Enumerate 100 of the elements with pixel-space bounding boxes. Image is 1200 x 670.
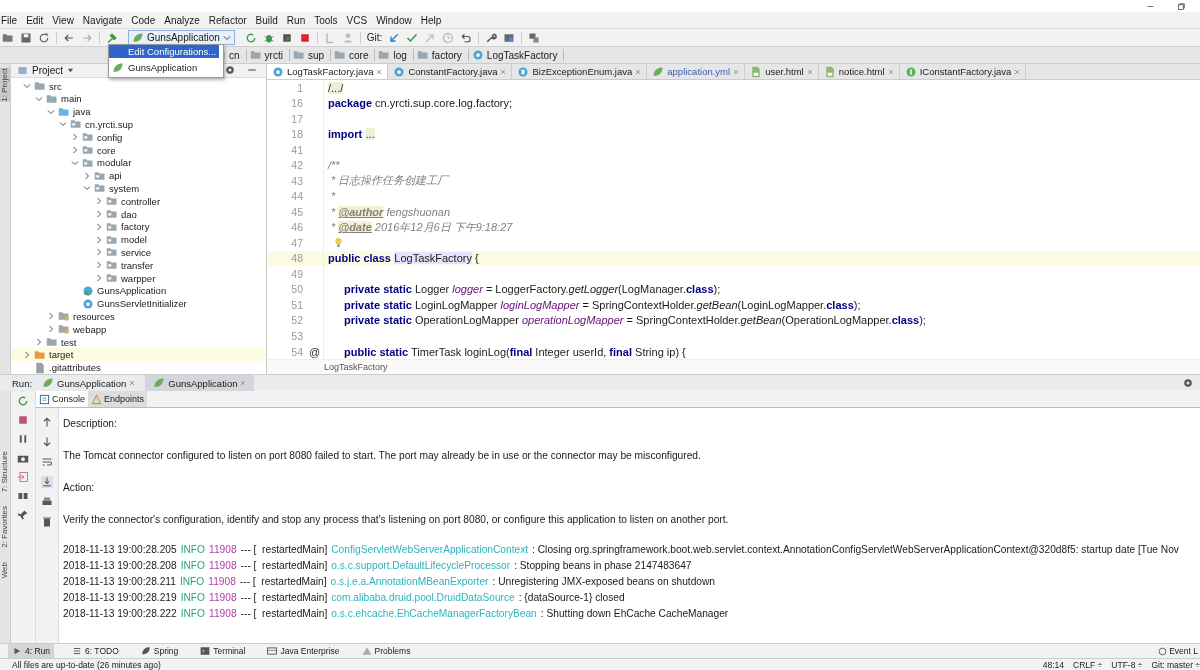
- editor-tab[interactable]: BizExceptionEnum.java: [512, 64, 648, 79]
- chevron-right-icon[interactable]: [71, 133, 79, 142]
- soft-wrap-icon[interactable]: [41, 456, 53, 468]
- chevron-right-icon[interactable]: [47, 325, 55, 334]
- check-icon[interactable]: [406, 31, 419, 44]
- structure-icon[interactable]: [323, 31, 336, 44]
- pin-icon[interactable]: [17, 509, 29, 521]
- print-icon[interactable]: [41, 496, 53, 508]
- login-icon[interactable]: [17, 471, 29, 483]
- trash-icon[interactable]: [41, 516, 53, 528]
- undo-icon[interactable]: [460, 31, 473, 44]
- close-icon[interactable]: [635, 68, 642, 75]
- console-tab[interactable]: Endpoints: [88, 391, 148, 407]
- git-branch[interactable]: Git: master ÷: [1151, 659, 1200, 670]
- hammer-icon[interactable]: [106, 31, 118, 44]
- breadcrumb-item[interactable]: core: [334, 49, 376, 61]
- restore-icon[interactable]: [1177, 1, 1186, 11]
- chevron-right-icon[interactable]: [35, 338, 43, 346]
- tree-item[interactable]: system: [109, 182, 140, 194]
- chevron-right-icon[interactable]: [95, 261, 103, 270]
- editor-tab[interactable]: ConstantFactory.java: [388, 64, 513, 79]
- tool-window-tab[interactable]: 2: Favorites: [0, 506, 10, 549]
- stop-icon[interactable]: [17, 414, 29, 426]
- tool-window-tab[interactable]: 7: Structure: [0, 451, 10, 493]
- caret-icon[interactable]: [67, 66, 75, 74]
- tree-item[interactable]: cn.yrcti.sup: [85, 118, 134, 130]
- dropdown-item[interactable]: GunsApplication: [109, 61, 220, 74]
- tree-item[interactable]: factory: [121, 221, 150, 233]
- arrow-down-icon[interactable]: [41, 436, 53, 448]
- line-separator[interactable]: CRLF ÷: [1073, 659, 1103, 670]
- scroll-to-end-icon[interactable]: [41, 476, 53, 488]
- pause-icon[interactable]: [17, 433, 29, 445]
- menu-item[interactable]: View: [51, 14, 75, 26]
- chevron-down-icon[interactable]: [59, 120, 67, 129]
- close-icon[interactable]: [733, 68, 740, 75]
- tool-window-tab[interactable]: Java Enterprise: [263, 644, 344, 658]
- tree-item[interactable]: model: [121, 234, 147, 246]
- editor-tab[interactable]: user.html: [745, 64, 819, 79]
- tree-item[interactable]: GunsServletInitializer: [97, 298, 187, 310]
- menu-item[interactable]: Tools: [313, 14, 339, 26]
- editor-tab[interactable]: notice.html: [818, 64, 900, 79]
- tool-window-tab[interactable]: 1: Project: [0, 68, 10, 102]
- chevron-right-icon[interactable]: [71, 146, 79, 155]
- tool-window-tab[interactable]: 4: Run: [8, 644, 55, 658]
- run-tab[interactable]: GunsApplication: [145, 375, 255, 391]
- tree-item[interactable]: core: [97, 144, 116, 156]
- editor-tab[interactable]: application.yml: [647, 64, 746, 79]
- editor-breadcrumb[interactable]: LogTaskFactory: [267, 359, 1200, 374]
- caret-position[interactable]: 48:14: [1042, 659, 1065, 670]
- arrow-down-left-icon[interactable]: [388, 31, 401, 44]
- menu-item[interactable]: Refactor: [207, 14, 248, 26]
- close-icon[interactable]: [1014, 68, 1021, 75]
- close-icon[interactable]: [376, 68, 383, 75]
- tree-item[interactable]: config: [97, 131, 123, 143]
- tree-item[interactable]: modular: [97, 157, 132, 169]
- chevron-right-icon[interactable]: [95, 222, 103, 231]
- person-icon[interactable]: [341, 31, 354, 44]
- editor-tab[interactable]: IConstantFactory.java: [899, 64, 1027, 79]
- tree-item[interactable]: resources: [73, 310, 115, 322]
- menu-item[interactable]: Window: [375, 14, 413, 26]
- chevron-right-icon[interactable]: [47, 312, 55, 321]
- dropdown-item[interactable]: Edit Configurations...: [109, 45, 220, 58]
- coverage-icon[interactable]: [280, 31, 293, 44]
- close-icon[interactable]: [240, 380, 247, 386]
- menu-item[interactable]: VCS: [345, 14, 369, 26]
- settings-icon[interactable]: [1182, 377, 1194, 389]
- chevron-right-icon[interactable]: [95, 274, 103, 282]
- chevron-right-icon[interactable]: [95, 248, 103, 257]
- chevron-down-icon[interactable]: [23, 82, 31, 91]
- close-icon[interactable]: [887, 68, 894, 75]
- tool-window-tab[interactable]: Spring: [136, 644, 183, 658]
- chevron-right-icon[interactable]: [95, 235, 103, 244]
- clock-icon[interactable]: [442, 31, 455, 44]
- refresh-icon[interactable]: [38, 31, 50, 44]
- folder-icon[interactable]: [2, 31, 14, 44]
- chevron-down-icon[interactable]: [71, 158, 79, 167]
- close-icon[interactable]: [806, 68, 813, 75]
- tree-item[interactable]: transfer: [121, 259, 154, 271]
- chevron-down-icon[interactable]: [83, 184, 91, 193]
- stop-icon[interactable]: [298, 31, 311, 44]
- arrow-up-right-icon[interactable]: [424, 31, 437, 44]
- run-tab[interactable]: GunsApplication: [34, 375, 144, 391]
- layout-icon[interactable]: [17, 490, 29, 502]
- arrow-up-icon[interactable]: [41, 416, 53, 428]
- close-icon[interactable]: [500, 68, 507, 75]
- close-icon[interactable]: [129, 380, 136, 386]
- wrench-icon[interactable]: [485, 31, 498, 44]
- lightbulb-icon[interactable]: [334, 237, 343, 249]
- file-encoding[interactable]: UTF-8 ÷: [1111, 659, 1143, 670]
- menu-item[interactable]: Navigate: [81, 14, 124, 26]
- chevron-right-icon[interactable]: [95, 197, 103, 206]
- tree-item[interactable]: target: [49, 349, 74, 361]
- console-tab[interactable]: Console: [36, 391, 89, 407]
- menu-item[interactable]: Code: [130, 14, 157, 26]
- tree-item[interactable]: service: [121, 246, 152, 258]
- save-icon[interactable]: [20, 31, 32, 44]
- panel-title[interactable]: Project: [32, 64, 64, 76]
- tree-item[interactable]: .gitattributes: [49, 362, 101, 374]
- breadcrumb-item[interactable]: sup: [292, 49, 332, 61]
- menu-item[interactable]: Edit: [25, 14, 45, 26]
